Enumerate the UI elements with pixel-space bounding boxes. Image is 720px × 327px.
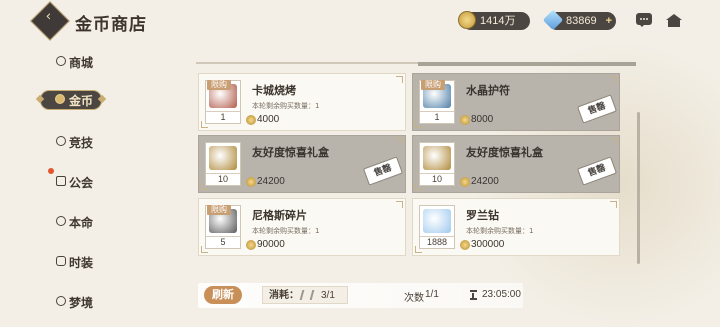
header: ‹ 金币商店 1414万 83869 + — [0, 0, 720, 41]
sidebar-item-mall[interactable]: 商城 — [52, 52, 122, 72]
item-name: 罗兰钻 — [466, 209, 499, 222]
item-quantity: 1 — [420, 111, 454, 123]
swords-icon — [56, 136, 66, 146]
shop-item-card: 10 友好度惊喜礼盒 24200 售罄 — [412, 135, 620, 193]
gold-currency-display: 1414万 — [458, 11, 530, 30]
sold-out-stamp: 售罄 — [577, 94, 617, 124]
times-label: 次数 — [404, 293, 424, 304]
card-corner-ornament — [396, 201, 403, 208]
sidebar-item-guild[interactable]: 公会 — [52, 172, 122, 192]
limited-tag: 限购 — [207, 80, 231, 90]
purchase-limit: 本轮剩余购买数量：1 — [252, 227, 320, 235]
sidebar-item-label: 公会 — [69, 176, 94, 190]
shop-item-card[interactable]: 1 限购 卡城烧烤本轮剩余购买数量：1 4000 — [198, 73, 406, 131]
sold-out-stamp: 售罄 — [577, 156, 617, 186]
consume-label: 消耗： — [269, 290, 299, 301]
gold-coin-icon — [460, 115, 470, 125]
item-image-frame: 10 — [419, 142, 455, 186]
gold-coin-icon — [246, 240, 256, 250]
page-title: 金币商店 — [75, 15, 147, 35]
shop-item-card: 1 限购 水晶护符 8000 售罄 — [412, 73, 620, 131]
item-image — [209, 146, 237, 170]
add-diamond-button[interactable]: + — [606, 12, 612, 30]
sold-out-stamp: 售罄 — [363, 156, 403, 186]
sidebar: 商城 金币 竞技 公会 本命 时装 梦境 — [0, 40, 150, 327]
card-corner-ornament — [396, 138, 403, 145]
item-quantity: 10 — [420, 173, 454, 185]
diamond-currency-display: 83869 + — [542, 9, 616, 31]
sidebar-item-label: 竞技 — [69, 136, 94, 150]
shop-item-card: 10 友好度惊喜礼盒 24200 售罄 — [198, 135, 406, 193]
sidebar-item-destiny[interactable]: 本命 — [52, 212, 122, 232]
item-price: 4000 — [257, 114, 280, 125]
hourglass-icon — [470, 290, 477, 300]
sidebar-item-arena[interactable]: 竞技 — [52, 132, 122, 152]
mall-icon — [56, 56, 66, 66]
shop-item-card[interactable]: 5 限购 尼格斯碎片本轮剩余购买数量：1 90000 — [198, 198, 406, 256]
back-arrow-icon: ‹ — [45, 8, 52, 25]
sidebar-item-label: 梦境 — [69, 296, 94, 310]
item-price: 90000 — [257, 239, 285, 250]
sidebar-item-coin[interactable]: 金币 — [40, 90, 102, 110]
costume-icon — [56, 256, 66, 266]
item-price: 24200 — [471, 176, 499, 187]
sidebar-item-costume[interactable]: 时装 — [52, 252, 122, 272]
purchase-limit: 本轮剩余购买数量：1 — [252, 102, 320, 110]
item-quantity: 1 — [206, 111, 240, 123]
gold-coin-icon — [246, 177, 256, 187]
item-name: 友好度惊喜礼盒 — [466, 146, 543, 159]
sidebar-item-label: 本命 — [69, 216, 94, 230]
item-image-frame: 10 — [205, 142, 241, 186]
chat-icon[interactable] — [636, 13, 652, 27]
coin-icon — [55, 94, 65, 104]
limited-tag: 限购 — [207, 205, 231, 215]
back-button[interactable]: ‹ — [30, 1, 70, 41]
refresh-button[interactable]: 刷新 — [204, 286, 242, 304]
limited-tag: 限购 — [421, 80, 445, 90]
item-quantity: 1888 — [420, 236, 454, 248]
sidebar-item-label: 商城 — [69, 56, 94, 70]
item-image-frame: 1888 — [419, 205, 455, 249]
refresh-timer: 23:05:00 — [482, 289, 521, 300]
gold-coin-icon — [460, 240, 470, 250]
item-quantity: 5 — [206, 236, 240, 248]
item-name: 卡城烧烤 — [252, 84, 296, 97]
gold-coin-icon — [246, 115, 256, 125]
scrollbar[interactable] — [637, 112, 640, 264]
item-image — [423, 209, 451, 233]
gold-coin-icon — [460, 177, 470, 187]
list-top-divider-right — [418, 62, 636, 66]
diamond-icon — [542, 9, 564, 31]
bottom-bar: 刷新 消耗： 3/1 次数 1/1 23:05:00 — [198, 283, 523, 308]
item-name: 水晶护符 — [466, 84, 510, 97]
card-corner-ornament — [610, 138, 617, 145]
diamond-amount: 83869 — [566, 15, 597, 27]
sidebar-item-dream[interactable]: 梦境 — [52, 292, 122, 312]
gold-amount: 1414万 — [480, 15, 516, 27]
ticket-icon — [299, 290, 315, 300]
item-price: 8000 — [471, 114, 494, 125]
item-name: 友好度惊喜礼盒 — [252, 146, 329, 159]
item-image — [423, 146, 451, 170]
shop-item-card[interactable]: 1888 罗兰钻本轮剩余购买数量：1 300000 — [412, 198, 620, 256]
purchase-limit: 本轮剩余购买数量：1 — [466, 227, 534, 235]
home-icon[interactable] — [666, 14, 682, 27]
card-corner-ornament — [610, 76, 617, 83]
item-price: 300000 — [471, 239, 505, 250]
sidebar-item-label: 时装 — [69, 256, 94, 270]
item-quantity: 10 — [206, 173, 240, 185]
dream-icon — [56, 296, 66, 306]
times-value: 1/1 — [425, 289, 439, 300]
item-price: 24200 — [257, 176, 285, 187]
guild-icon — [56, 176, 66, 186]
gold-coin-icon — [458, 11, 476, 29]
item-name: 尼格斯碎片 — [252, 209, 307, 222]
card-corner-ornament — [610, 201, 617, 208]
consume-value: 3/1 — [321, 290, 335, 301]
consume-cost: 消耗： 3/1 — [262, 286, 348, 304]
sidebar-item-label: 金币 — [69, 94, 94, 108]
destiny-icon — [56, 216, 66, 226]
card-corner-ornament — [396, 76, 403, 83]
